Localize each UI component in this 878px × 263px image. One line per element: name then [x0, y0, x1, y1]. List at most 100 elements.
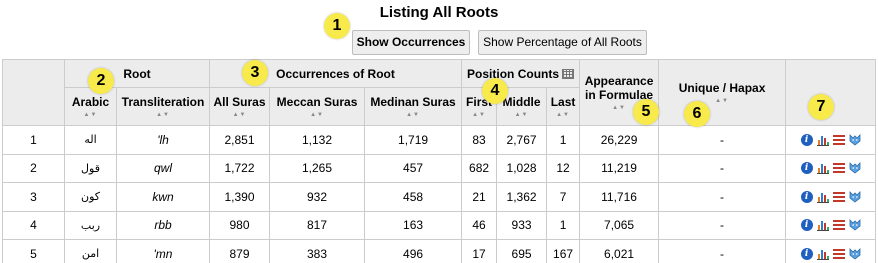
row-tools: i [785, 153, 877, 183]
bar-chart-icon[interactable] [816, 219, 829, 232]
unique-cell: - [658, 182, 787, 212]
wolfram-icon[interactable] [849, 162, 861, 174]
marker-6: 6 [684, 101, 710, 127]
wolfram-icon[interactable] [849, 190, 861, 203]
transliteration-cell: qwl [115, 153, 211, 183]
roots-table: Root Occurrences of Root Position Counts… [2, 59, 877, 263]
all-suras-cell: 980 [209, 210, 271, 240]
unique-cell: - [658, 239, 787, 263]
row-number: 2 [2, 153, 65, 183]
show-percentage-button[interactable]: Show Percentage of All Roots [478, 30, 647, 55]
formulae-cell: 26,229 [579, 125, 660, 155]
bar-chart-icon[interactable] [816, 248, 829, 260]
transliteration-header[interactable]: Transliteration ▲▼ [115, 87, 211, 126]
all-suras-label: All Suras [213, 94, 266, 109]
arabic-cell: اله [64, 125, 117, 155]
transliteration-cell: 'mn [115, 239, 211, 263]
root-group-header: Root [63, 59, 211, 88]
meccan-suras-cell: 383 [269, 239, 366, 263]
first-cell: 46 [461, 210, 498, 240]
meccan-suras-cell: 932 [269, 182, 366, 212]
meccan-suras-cell: 1,265 [269, 153, 366, 183]
all-suras-cell: 1,390 [209, 182, 271, 212]
last-header[interactable]: Last ▲▼ [546, 87, 581, 126]
middle-cell: 2,767 [496, 125, 548, 155]
list-icon[interactable] [832, 220, 845, 231]
medinan-suras-cell: 163 [364, 210, 463, 240]
marker-7: 7 [808, 94, 834, 120]
bar-chart-icon[interactable] [816, 162, 829, 175]
all-suras-cell: 2,851 [209, 125, 271, 155]
formulae-cell: 7,065 [579, 210, 660, 240]
bar-chart-icon[interactable] [816, 191, 829, 203]
all-suras-cell: 879 [209, 239, 271, 263]
row-tools: i [785, 210, 877, 240]
arabic-cell: قول [64, 153, 117, 183]
unique-cell: - [658, 210, 787, 240]
bar-chart-icon[interactable] [816, 134, 829, 146]
meccan-suras-header[interactable]: Meccan Suras ▲▼ [269, 87, 366, 126]
last-label: Last [550, 94, 576, 109]
unique-hapax-header[interactable]: Unique / Hapax ▲▼ [658, 59, 787, 126]
wolfram-icon[interactable] [849, 247, 861, 260]
sort-arrows-icon[interactable]: ▲▼ [368, 112, 458, 119]
table-row: 2 قول qwl 1,722 1,265 457 682 1,028 12 11,219- i [2, 153, 877, 183]
meccan-suras-label: Meccan Suras [276, 94, 358, 109]
row-tools: i [785, 182, 877, 212]
sort-arrows-icon[interactable]: ▲▼ [550, 112, 576, 119]
unique-cell: - [658, 125, 787, 155]
last-cell: 167 [546, 239, 581, 263]
transliteration-cell: 'lh [115, 125, 211, 155]
table-row: 5 امن'mn 879 383 496 17 695 167 6,021- i [2, 239, 877, 263]
sort-arrows-icon[interactable]: ▲▼ [500, 112, 543, 119]
first-cell: 83 [461, 125, 498, 155]
meccan-suras-cell: 817 [269, 210, 366, 240]
first-cell: 17 [461, 239, 498, 263]
middle-cell: 695 [496, 239, 548, 263]
page-title: Listing All Roots [379, 4, 499, 21]
wolfram-icon[interactable] [849, 219, 861, 231]
middle-cell: 933 [496, 210, 548, 240]
info-icon[interactable]: i [800, 162, 813, 175]
info-icon[interactable]: i [800, 133, 813, 146]
first-cell: 21 [461, 182, 498, 212]
show-occurrences-button[interactable]: Show Occurrences [352, 30, 470, 55]
table-grid-icon[interactable] [562, 68, 575, 79]
list-icon[interactable] [832, 134, 845, 145]
table-body: 1 اله'lh 2,851 1,132 1,719 83 2,767 1 26,229- i 2 ق… [2, 125, 877, 263]
wolfram-icon[interactable] [849, 133, 861, 146]
sort-arrows-icon[interactable]: ▲▼ [120, 112, 206, 119]
all-suras-cell: 1,722 [209, 153, 271, 183]
info-icon[interactable]: i [800, 190, 813, 203]
sort-arrows-icon[interactable]: ▲▼ [68, 112, 113, 119]
marker-5: 5 [633, 99, 659, 125]
sort-arrows-icon[interactable]: ▲▼ [213, 112, 266, 119]
arabic-cell: امن [64, 239, 117, 263]
row-number: 1 [2, 125, 65, 155]
sort-arrows-icon[interactable]: ▲▼ [465, 112, 493, 119]
unique-cell: - [658, 153, 787, 183]
list-icon[interactable] [832, 248, 845, 259]
position-counts-group-header: Position Counts [461, 59, 581, 88]
unique-hapax-label: Unique / Hapax [678, 80, 766, 95]
row-tools: i [785, 239, 877, 263]
sort-arrows-icon[interactable]: ▲▼ [662, 98, 782, 105]
info-icon[interactable]: i [800, 219, 813, 232]
formulae-cell: 11,716 [579, 182, 660, 212]
medinan-suras-cell: 457 [364, 153, 463, 183]
transliteration-cell: kwn [115, 182, 211, 212]
all-suras-header[interactable]: All Suras ▲▼ [209, 87, 271, 126]
arabic-cell: كون [64, 182, 117, 212]
arabic-header[interactable]: Arabic ▲▼ [64, 87, 117, 126]
info-icon[interactable]: i [800, 247, 813, 260]
sort-arrows-icon[interactable]: ▲▼ [273, 112, 361, 119]
appearance-label: Appearance in Formulae [584, 73, 654, 102]
transliteration-cell: rbb [115, 210, 211, 240]
arabic-label: Arabic [71, 94, 110, 109]
middle-cell: 1,028 [496, 153, 548, 183]
list-icon[interactable] [832, 191, 845, 202]
medinan-suras-cell: 1,719 [364, 125, 463, 155]
list-icon[interactable] [832, 163, 845, 174]
row-number: 3 [2, 182, 65, 212]
medinan-suras-header[interactable]: Medinan Suras ▲▼ [364, 87, 463, 126]
